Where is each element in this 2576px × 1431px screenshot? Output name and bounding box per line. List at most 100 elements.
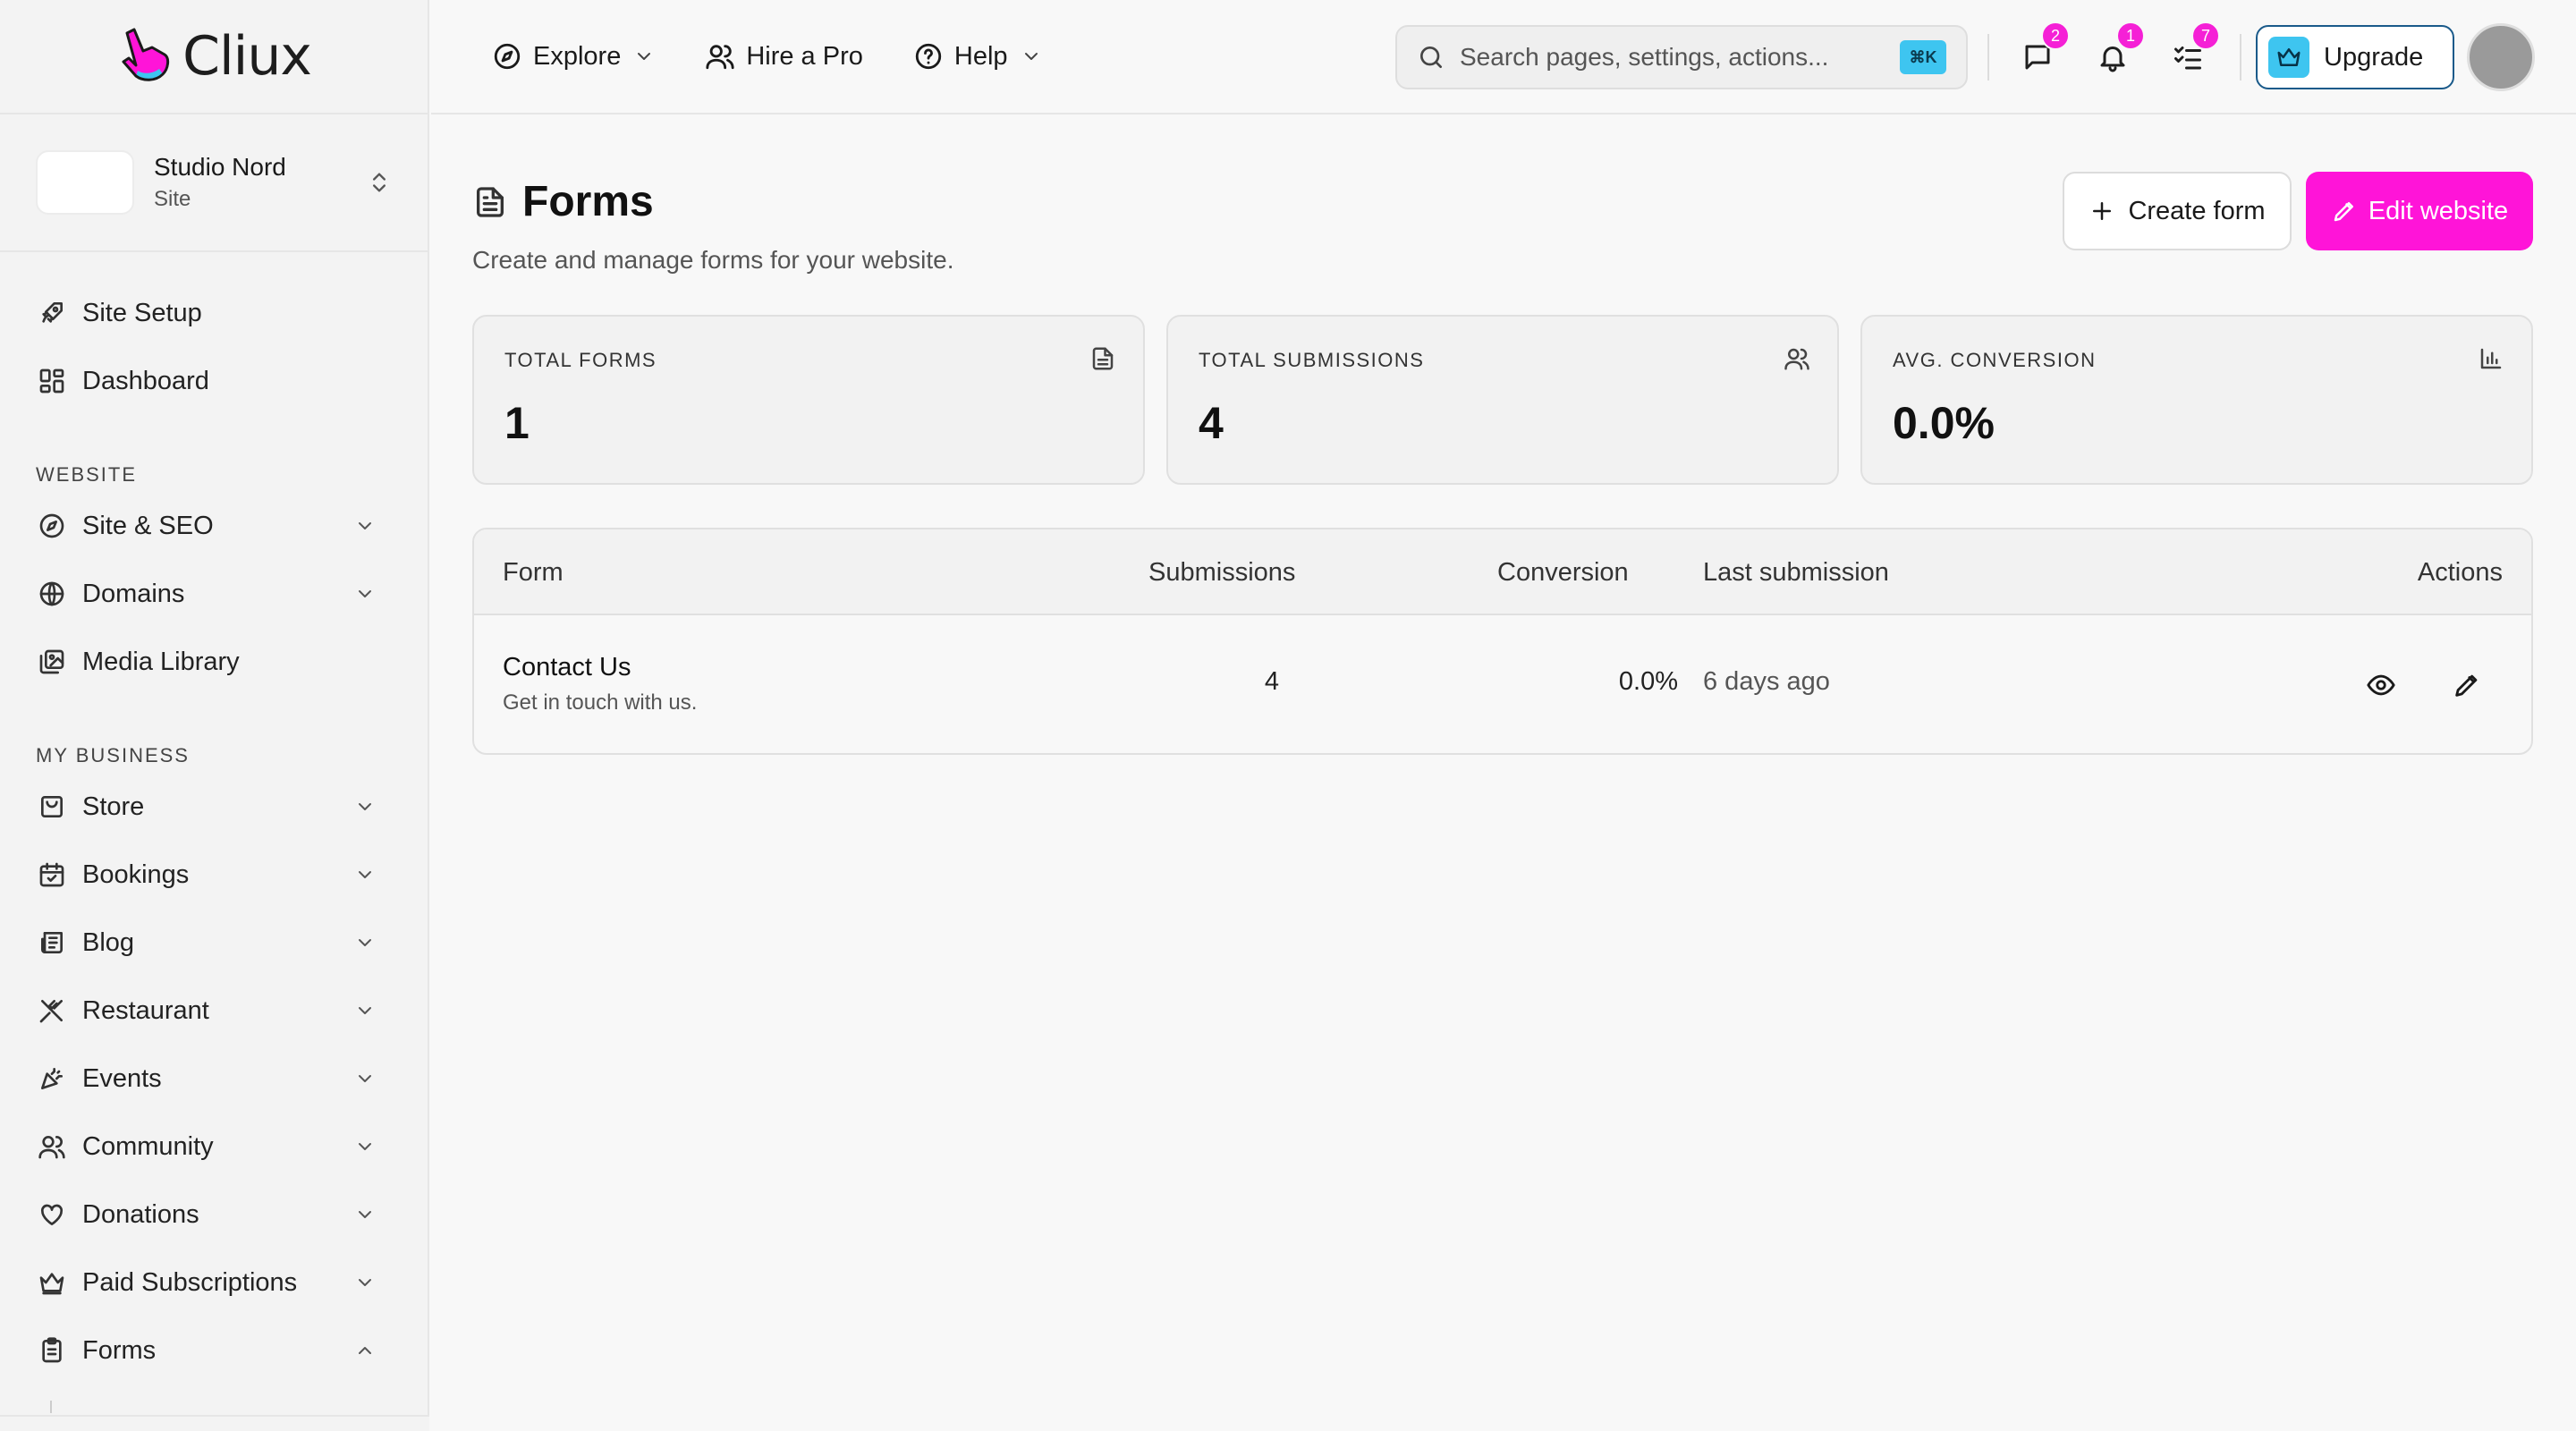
conversion-rate: 0.0% <box>1618 667 1678 696</box>
sidebar-item-label: Restaurant <box>82 995 209 1025</box>
chevron-down-icon <box>1024 53 1038 60</box>
sidebar-item-domains[interactable]: Domains <box>0 560 428 628</box>
compass-icon <box>39 513 64 538</box>
stat-value: 1 <box>504 398 530 448</box>
messages-button[interactable]: 2 <box>2016 21 2070 79</box>
clipboard-icon <box>42 1337 62 1363</box>
sidebar-item-label: Community <box>82 1131 214 1161</box>
users-icon <box>38 1136 65 1159</box>
plus-icon <box>2093 202 2112 220</box>
edit-website-button[interactable]: Edit website <box>2306 172 2533 250</box>
chevron-down-icon <box>359 803 371 810</box>
sidebar-item-label: Donations <box>82 1199 199 1229</box>
sidebar-item-label: Events <box>82 1063 162 1093</box>
notifications-badge: 1 <box>2116 21 2145 50</box>
sidebar-item-paid-subscriptions[interactable]: Paid Subscriptions <box>0 1249 428 1317</box>
sidebar-item-site-setup[interactable]: Site Setup <box>0 279 428 347</box>
search-input[interactable] <box>1460 43 1900 72</box>
explore-menu[interactable]: Explore <box>492 41 655 72</box>
pencil-icon <box>2455 674 2478 697</box>
crown-icon <box>39 1273 64 1295</box>
page-header: Forms Create and manage forms for your w… <box>472 177 953 275</box>
hire-a-pro-link[interactable]: Hire a Pro <box>705 41 863 72</box>
sidebar-item-events[interactable]: Events <box>0 1045 428 1113</box>
stat-value: 0.0% <box>1893 398 1995 448</box>
sidebar-item-store[interactable]: Store <box>0 773 428 841</box>
stat-card-total-forms: TOTAL FORMS 1 <box>472 315 1145 485</box>
sidebar-item-blog[interactable]: Blog <box>0 909 428 977</box>
stat-value: 4 <box>1199 398 1224 448</box>
page-title: Forms <box>522 178 654 225</box>
form-description: Get in touch with us. <box>503 690 698 715</box>
logo[interactable]: Cliux <box>0 0 428 114</box>
site-switcher[interactable]: Studio Nord Site <box>0 114 428 252</box>
sidebar: Cliux Studio Nord Site Site Setup Dashbo… <box>0 0 429 1431</box>
site-name: Studio Nord <box>154 153 286 181</box>
sidebar-item-forms[interactable]: Forms <box>0 1317 428 1384</box>
notifications-button[interactable]: 1 <box>2091 21 2145 79</box>
search-shortcut-badge: ⌘K <box>1900 40 1946 74</box>
edit-form-button[interactable] <box>2447 665 2487 705</box>
party-icon <box>41 1068 63 1089</box>
chevron-down-icon <box>359 1007 371 1014</box>
sidebar-item-media-library[interactable]: Media Library <box>0 628 428 696</box>
sidebar-item-community[interactable]: Community <box>0 1113 428 1181</box>
sidebar-item-donations[interactable]: Donations <box>0 1181 428 1249</box>
sidebar-item-site-seo[interactable]: Site & SEO <box>0 492 428 560</box>
avatar[interactable] <box>2467 23 2535 91</box>
chevron-down-icon <box>359 1075 371 1082</box>
sidebar-item-restaurant[interactable]: Restaurant <box>0 977 428 1045</box>
sidebar-footer <box>0 1415 429 1431</box>
stat-label: TOTAL SUBMISSIONS <box>1199 349 1425 371</box>
divider <box>2240 34 2241 80</box>
column-header-submissions: Submissions <box>1148 558 1296 587</box>
chevrons-up-down-icon <box>373 173 386 192</box>
explore-label: Explore <box>533 41 622 71</box>
chevron-down-icon <box>359 1143 371 1150</box>
chevron-down-icon <box>359 939 371 946</box>
users-icon <box>1784 348 1809 370</box>
bag-icon <box>41 796 63 817</box>
divider <box>1987 34 1989 80</box>
forms-table: Form Submissions Conversion Last submiss… <box>472 528 2533 755</box>
brand-name: Cliux <box>182 25 312 88</box>
chevron-down-icon <box>359 1211 371 1218</box>
sidebar-section-website: WEBSITE <box>36 463 138 486</box>
stat-label: AVG. CONVERSION <box>1893 349 2097 371</box>
tasks-button[interactable]: 7 <box>2166 21 2220 79</box>
rocket-icon <box>42 302 63 323</box>
main-content: Forms Create and manage forms for your w… <box>431 114 2576 1431</box>
globe-icon <box>39 581 64 606</box>
view-button[interactable] <box>2361 665 2401 705</box>
upgrade-button[interactable]: Upgrade <box>2256 25 2454 89</box>
table-header: Form Submissions Conversion Last submiss… <box>474 529 2531 615</box>
create-form-label: Create form <box>2128 196 2266 225</box>
sidebar-item-label: Blog <box>82 927 135 957</box>
edit-website-label: Edit website <box>2368 196 2509 225</box>
search-icon <box>1420 47 1442 68</box>
sidebar-item-label: Store <box>82 792 145 821</box>
help-menu[interactable]: Help <box>913 41 1042 72</box>
submenu-line <box>50 1401 52 1413</box>
heart-icon <box>40 1204 64 1225</box>
search-bar[interactable]: ⌘K <box>1395 25 1968 89</box>
column-header-last-submission: Last submission <box>1703 558 1889 587</box>
newspaper-icon <box>41 932 63 953</box>
help-label: Help <box>953 41 1008 71</box>
sidebar-item-label: Domains <box>82 579 185 608</box>
compass-icon <box>494 43 521 70</box>
crown-badge <box>2268 37 2309 78</box>
sidebar-item-bookings[interactable]: Bookings <box>0 841 428 909</box>
column-header-form: Form <box>503 558 564 587</box>
sidebar-item-dashboard[interactable]: Dashboard <box>0 347 428 415</box>
chevron-down-icon <box>359 590 371 597</box>
hire-label: Hire a Pro <box>746 41 863 71</box>
column-header-actions: Actions <box>2417 558 2503 587</box>
form-name[interactable]: Contact Us <box>503 653 631 682</box>
sidebar-section-my-business: MY BUSINESS <box>36 744 190 766</box>
top-nav: Explore Hire a Pro Help <box>492 0 1042 113</box>
tasks-badge: 7 <box>2191 21 2220 50</box>
stat-card-avg-conversion: AVG. CONVERSION 0.0% <box>1860 315 2533 485</box>
table-row[interactable]: Contact Us Get in touch with us. 4 0.0% … <box>474 615 2531 753</box>
create-form-button[interactable]: Create form <box>2063 172 2292 250</box>
